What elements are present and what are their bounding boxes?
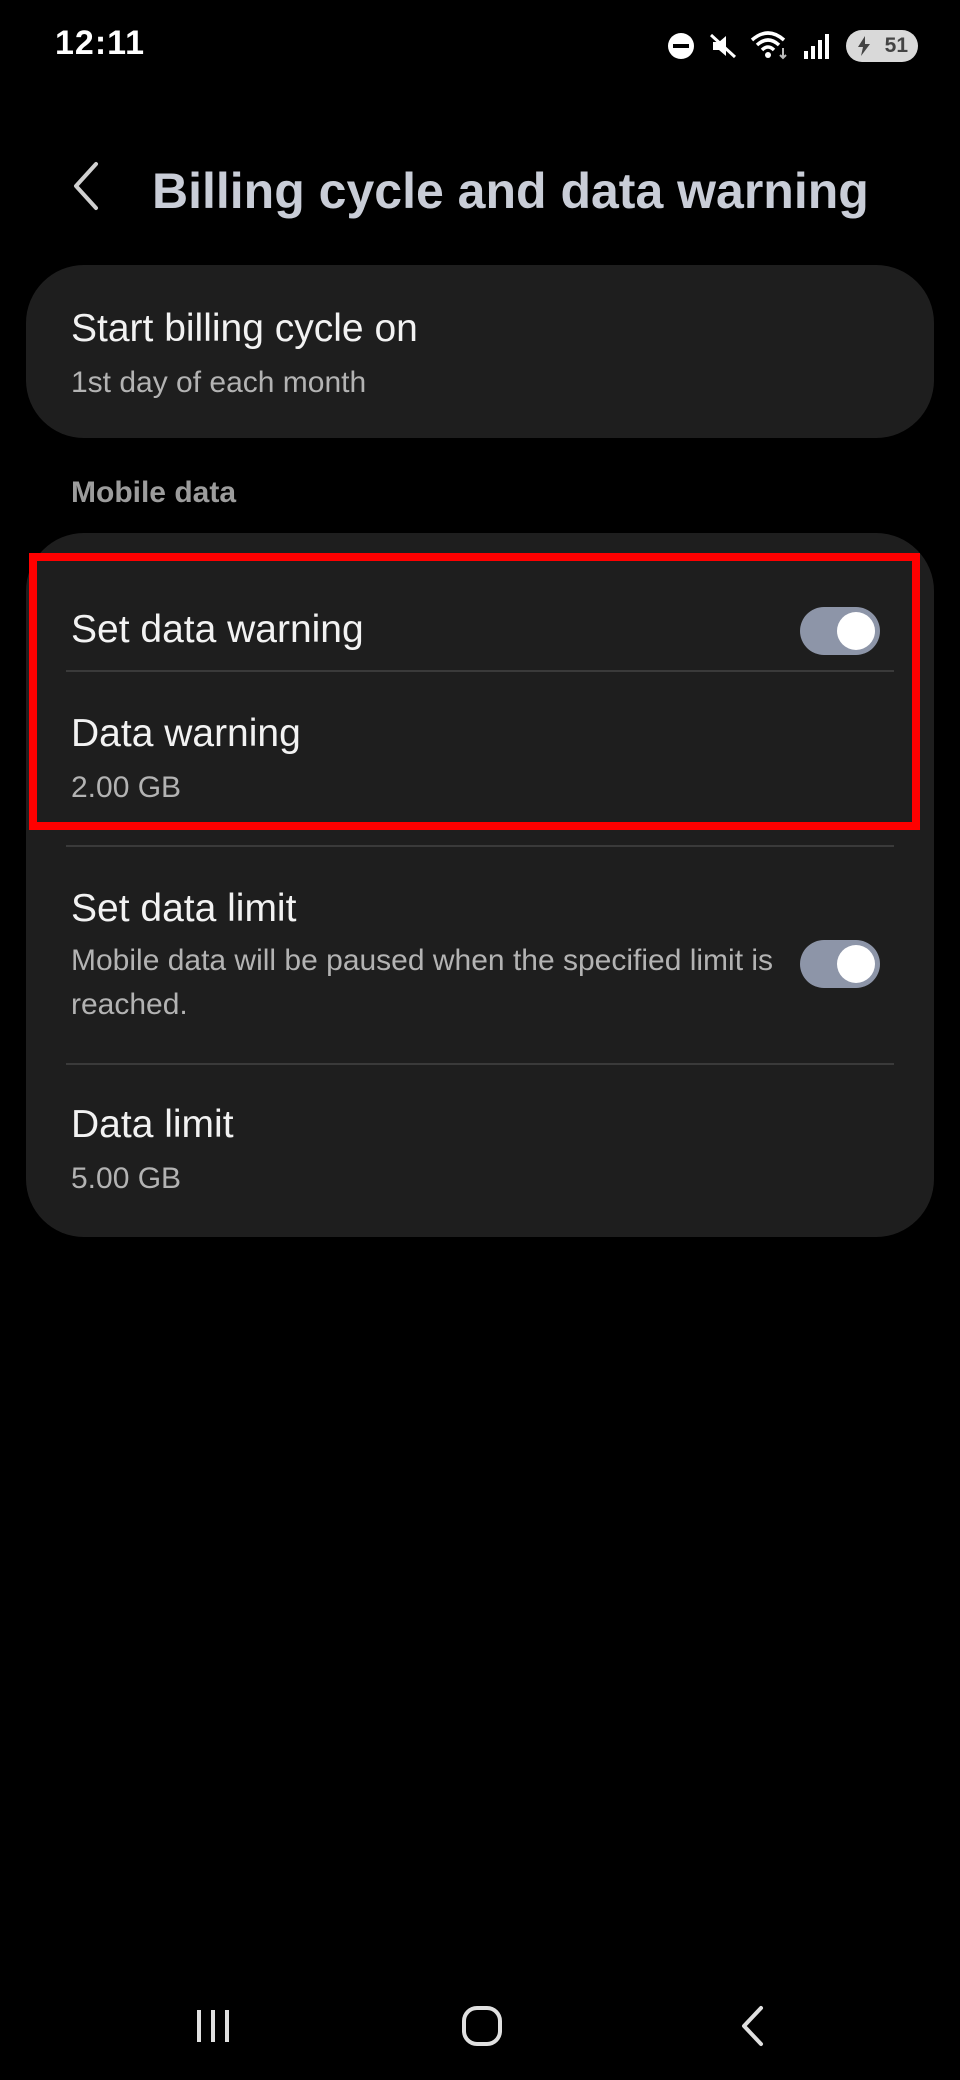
status-time: 12:11 [55, 24, 146, 62]
battery-level: 51 [884, 34, 908, 57]
navigation-bar [0, 1980, 960, 2080]
do-not-disturb-icon [666, 31, 696, 61]
toggle-knob [837, 612, 875, 650]
battery-icon: 51 [846, 30, 918, 62]
toggle-knob [837, 945, 875, 983]
set-data-warning-toggle[interactable] [800, 607, 880, 655]
status-bar: 12:11 51 [0, 0, 960, 90]
wifi-icon [750, 30, 790, 62]
start-billing-cycle-row[interactable]: Start billing cycle on 1st day of each m… [26, 265, 934, 438]
data-warning-title: Data warning [71, 712, 301, 755]
data-warning-row[interactable]: Data warning 2.00 GB [26, 672, 934, 832]
nav-back-button[interactable] [707, 1998, 797, 2058]
recent-apps-icon [191, 2006, 235, 2051]
set-data-limit-title: Set data limit [71, 887, 297, 930]
back-button[interactable] [62, 152, 110, 224]
page-title: Billing cycle and data warning [152, 163, 869, 219]
mute-icon [708, 31, 738, 61]
header: Billing cycle and data warning [0, 140, 960, 236]
start-billing-cycle-title: Start billing cycle on [71, 307, 418, 350]
chevron-left-icon [71, 160, 101, 217]
start-billing-cycle-value: 1st day of each month [71, 366, 367, 399]
signal-icon [802, 31, 834, 61]
data-warning-value: 2.00 GB [71, 771, 182, 804]
set-data-limit-toggle[interactable] [800, 940, 880, 988]
back-icon [737, 2004, 767, 2053]
billing-cycle-card: Start billing cycle on 1st day of each m… [26, 265, 934, 438]
section-header-mobile-data: Mobile data [71, 476, 237, 509]
mobile-data-card: Set data warning Data warning 2.00 GB Se… [26, 533, 934, 1237]
recent-apps-button[interactable] [168, 1998, 258, 2058]
set-data-limit-row[interactable]: Set data limit Mobile data will be pause… [26, 847, 934, 1063]
home-button[interactable] [437, 1998, 527, 2058]
set-data-warning-title: Set data warning [71, 608, 364, 651]
data-limit-row[interactable]: Data limit 5.00 GB [26, 1065, 934, 1237]
set-data-limit-description: Mobile data will be paused when the spec… [71, 944, 774, 1021]
data-limit-title: Data limit [71, 1103, 234, 1146]
status-icons: 51 [666, 26, 918, 66]
data-limit-value: 5.00 GB [71, 1162, 182, 1195]
home-icon [460, 2004, 504, 2053]
